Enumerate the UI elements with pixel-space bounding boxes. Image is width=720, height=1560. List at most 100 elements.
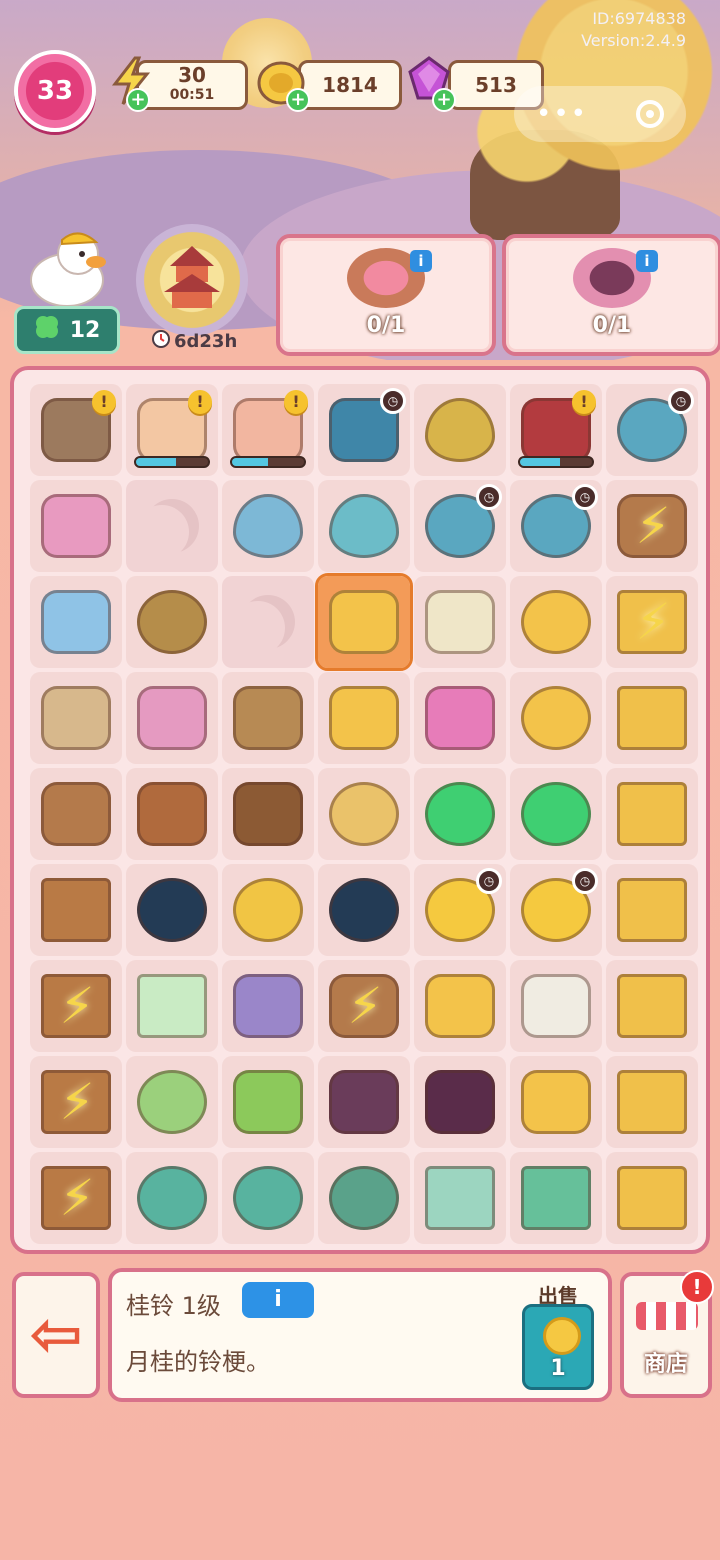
board-cell[interactable] — [414, 1056, 506, 1148]
board-cell[interactable] — [606, 960, 698, 1052]
board-cell[interactable] — [414, 960, 506, 1052]
folded-cloth-icon — [233, 974, 303, 1038]
sell-button[interactable]: 出售 1 — [518, 1280, 598, 1394]
board-cell[interactable]: ! — [222, 384, 314, 476]
board-cell[interactable]: ⚡ — [606, 576, 698, 668]
board-cell[interactable] — [126, 1056, 218, 1148]
shop-button[interactable]: 商店 ! — [620, 1270, 714, 1398]
merge-board: !!! ◷! ◷ ◷ ◷ ⚡ ⚡ ◷ ◷ ⚡ ⚡ ⚡ ⚡ — [10, 366, 710, 1254]
empty-board-cell[interactable] — [222, 576, 314, 668]
board-cell[interactable] — [318, 768, 410, 860]
board-cell[interactable]: ! — [30, 384, 122, 476]
board-cell[interactable] — [222, 672, 314, 764]
alert-icon: ! — [188, 390, 212, 414]
board-cell[interactable] — [318, 480, 410, 572]
board-cell[interactable] — [30, 768, 122, 860]
board-cell[interactable]: ! — [126, 384, 218, 476]
duck-mascot[interactable] — [22, 228, 112, 308]
board-cell[interactable] — [315, 573, 413, 671]
board-cell[interactable] — [30, 480, 122, 572]
board-cell[interactable] — [510, 1056, 602, 1148]
timer-clock-icon: ◷ — [476, 484, 502, 510]
board-cell[interactable] — [510, 576, 602, 668]
jade-tray-icon — [425, 1166, 495, 1230]
board-cell[interactable] — [318, 864, 410, 956]
clover-counter[interactable]: 12 — [14, 306, 120, 354]
board-cell[interactable] — [606, 1056, 698, 1148]
rabbit-gift-icon — [137, 686, 207, 750]
board-cell[interactable] — [414, 576, 506, 668]
board-cell[interactable] — [126, 864, 218, 956]
add-gems-button[interactable]: + — [432, 88, 456, 112]
timer-clock-icon: ◷ — [572, 484, 598, 510]
board-cell[interactable] — [510, 768, 602, 860]
star-chest-icon — [521, 1070, 591, 1134]
acorn-icon — [233, 782, 303, 846]
board-cell[interactable] — [414, 1152, 506, 1244]
board-cell[interactable] — [318, 672, 410, 764]
order-info-button[interactable]: i — [636, 250, 658, 272]
board-cell[interactable] — [30, 576, 122, 668]
board-cell[interactable] — [126, 576, 218, 668]
add-coins-button[interactable]: + — [286, 88, 310, 112]
add-energy-button[interactable]: + — [126, 88, 150, 112]
board-cell[interactable]: ◷ — [510, 864, 602, 956]
coins-bar[interactable]: 1814 — [298, 60, 402, 110]
board-cell[interactable] — [510, 960, 602, 1052]
version-info: ID:6974838 Version:2.4.9 — [581, 8, 686, 52]
board-cell[interactable] — [414, 768, 506, 860]
board-cell[interactable] — [222, 1152, 314, 1244]
board-cell[interactable] — [222, 1056, 314, 1148]
more-options-icon[interactable]: ••• — [536, 99, 588, 129]
jade-plate-icon — [137, 1166, 207, 1230]
board-cell[interactable] — [606, 864, 698, 956]
board-cell[interactable] — [510, 1152, 602, 1244]
order-card[interactable]: i 0/1 — [502, 234, 720, 356]
board-cell[interactable] — [30, 864, 122, 956]
board-cell[interactable] — [222, 960, 314, 1052]
board-cell[interactable] — [222, 480, 314, 572]
board-cell[interactable] — [126, 1152, 218, 1244]
board-cell[interactable] — [318, 1152, 410, 1244]
board-cell[interactable]: ◷ — [414, 480, 506, 572]
board-cell[interactable]: ◷ — [606, 384, 698, 476]
coins-value: 1814 — [322, 73, 378, 97]
board-cell[interactable] — [126, 672, 218, 764]
board-cell[interactable]: ◷ — [414, 864, 506, 956]
board-cell[interactable] — [510, 672, 602, 764]
level-badge[interactable]: 33 — [14, 50, 96, 132]
board-cell[interactable]: ◷ — [318, 384, 410, 476]
board-cell[interactable] — [222, 768, 314, 860]
empty-board-cell[interactable] — [126, 480, 218, 572]
board-cell[interactable]: ! — [510, 384, 602, 476]
board-cell[interactable]: ⚡ — [30, 1152, 122, 1244]
board-cell[interactable] — [126, 960, 218, 1052]
event-button[interactable] — [136, 224, 248, 336]
board-cell[interactable] — [222, 864, 314, 956]
board-cell[interactable] — [414, 384, 506, 476]
board-cell[interactable]: ⚡ — [30, 1056, 122, 1148]
board-cell[interactable] — [126, 768, 218, 860]
board-cell[interactable]: ⚡ — [30, 960, 122, 1052]
order-info-button[interactable]: i — [410, 250, 432, 272]
board-cell[interactable] — [606, 672, 698, 764]
osmanthus-flower-icon — [329, 686, 399, 750]
board-cell[interactable] — [606, 1152, 698, 1244]
board-cell[interactable] — [30, 672, 122, 764]
close-miniprogram-icon[interactable] — [636, 100, 664, 128]
wood-pig-icon — [137, 782, 207, 846]
timer-clock-icon: ◷ — [380, 388, 406, 414]
timer-clock-icon: ◷ — [476, 868, 502, 894]
blue-vase-icon — [41, 590, 111, 654]
item-info-button[interactable]: i — [242, 1282, 314, 1318]
board-cell[interactable]: ◷ — [510, 480, 602, 572]
order-card[interactable]: i 0/1 — [276, 234, 496, 356]
board-cell[interactable] — [606, 768, 698, 860]
board-cell[interactable] — [318, 1056, 410, 1148]
order-progress: 0/1 — [366, 313, 406, 338]
crescent-moon-icon — [137, 878, 207, 942]
board-cell[interactable]: ⚡ — [606, 480, 698, 572]
board-cell[interactable] — [414, 672, 506, 764]
exit-button[interactable]: ⇦ — [12, 1272, 100, 1398]
board-cell[interactable]: ⚡ — [318, 960, 410, 1052]
